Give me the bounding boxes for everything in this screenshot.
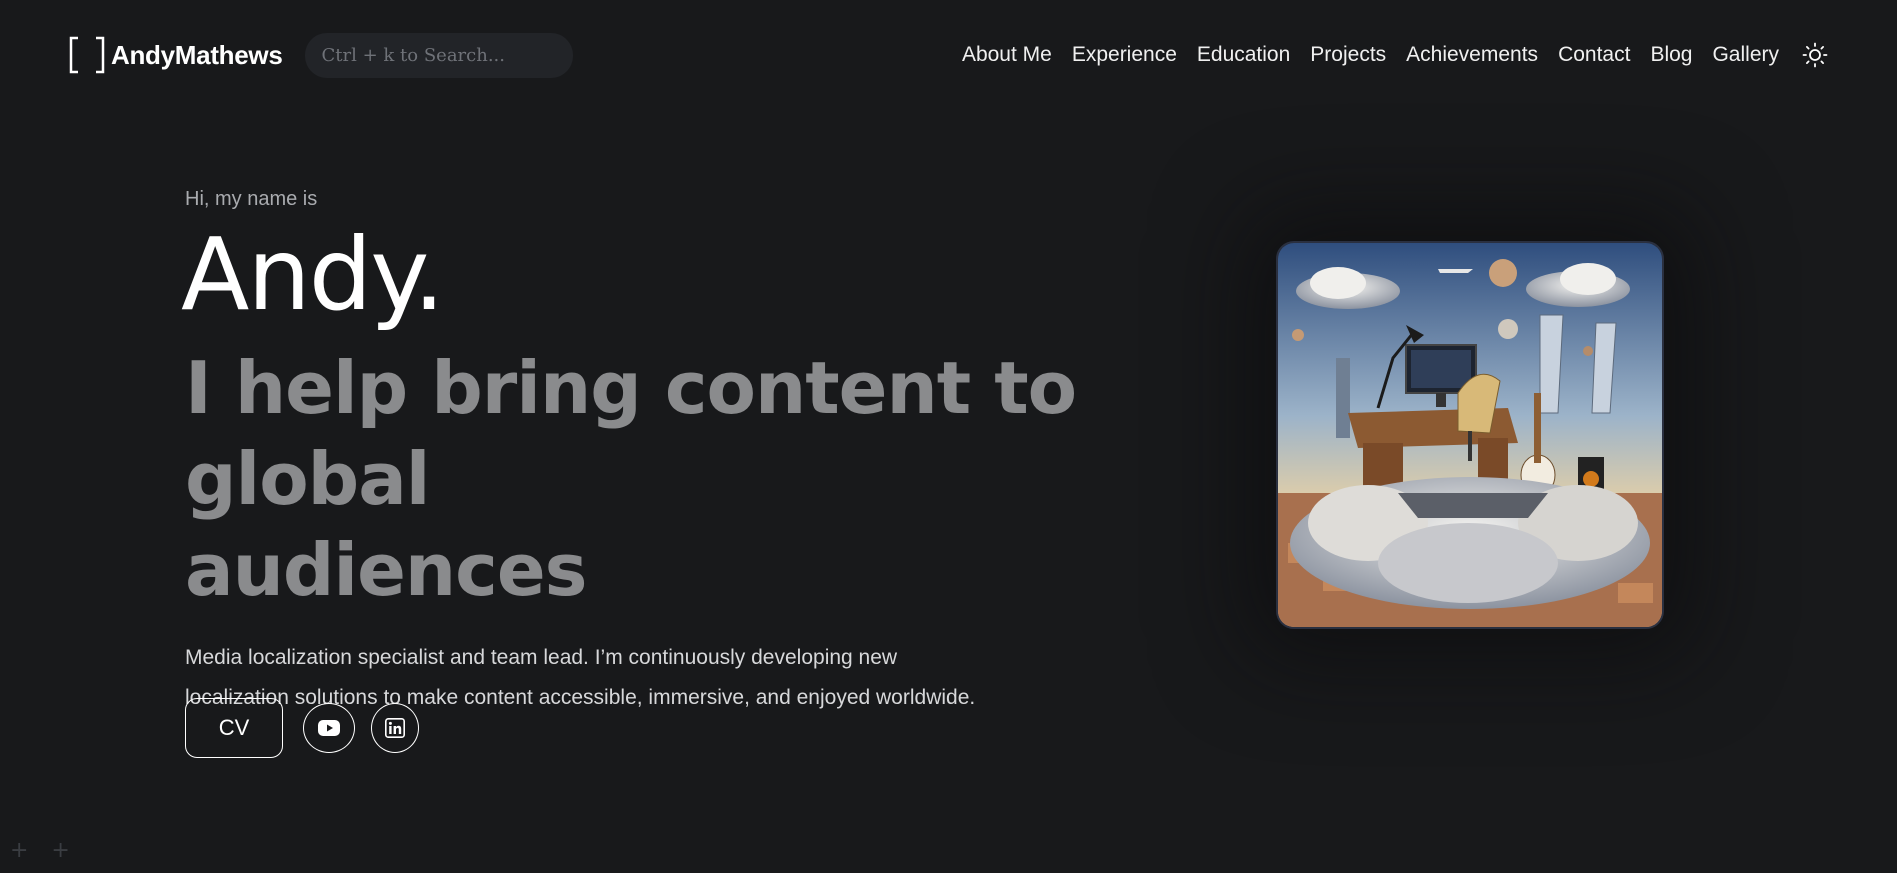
hero-greeting: Hi, my name is xyxy=(185,188,318,210)
site-header: AndyMathews About Me Experience Educatio… xyxy=(68,30,1829,80)
corner-decoration: + + xyxy=(10,838,78,863)
hero-actions: CV xyxy=(185,698,419,758)
site-logo[interactable]: AndyMathews xyxy=(68,36,283,74)
hero-tagline: I help bring content to global audiences xyxy=(185,343,1205,616)
nav-contact[interactable]: Contact xyxy=(1558,43,1630,67)
search-box[interactable] xyxy=(304,32,573,78)
nav-experience[interactable]: Experience xyxy=(1072,43,1177,67)
sun-icon xyxy=(1802,42,1828,68)
nav-projects[interactable]: Projects xyxy=(1310,43,1386,67)
tagline-line-2: audiences xyxy=(185,528,588,612)
hero-name: Andy. xyxy=(181,216,445,333)
cv-button[interactable]: CV xyxy=(185,698,283,758)
nav-blog[interactable]: Blog xyxy=(1650,43,1692,67)
linkedin-icon xyxy=(385,718,405,738)
tagline-line-1: I help bring content to global xyxy=(185,346,1077,521)
logo-text: AndyMathews xyxy=(111,39,283,70)
linkedin-link[interactable] xyxy=(371,703,419,753)
nav-education[interactable]: Education xyxy=(1197,43,1290,67)
youtube-link[interactable] xyxy=(303,703,355,753)
desk-on-cloud-illustration xyxy=(1278,243,1662,627)
hero-illustration xyxy=(1276,241,1664,629)
nav-achievements[interactable]: Achievements xyxy=(1406,43,1538,67)
search-input[interactable] xyxy=(319,43,564,67)
hero-intro: Hi, my name is Andy. I help bring conten… xyxy=(181,180,1205,739)
nav-about-me[interactable]: About Me xyxy=(962,43,1052,67)
nav-gallery[interactable]: Gallery xyxy=(1712,43,1779,67)
bracket-logo-icon xyxy=(68,36,106,74)
main-nav: About Me Experience Education Projects A… xyxy=(942,41,1829,69)
theme-toggle-button[interactable] xyxy=(1801,41,1829,69)
page: AndyMathews About Me Experience Educatio… xyxy=(0,0,1897,873)
youtube-icon xyxy=(318,720,340,736)
